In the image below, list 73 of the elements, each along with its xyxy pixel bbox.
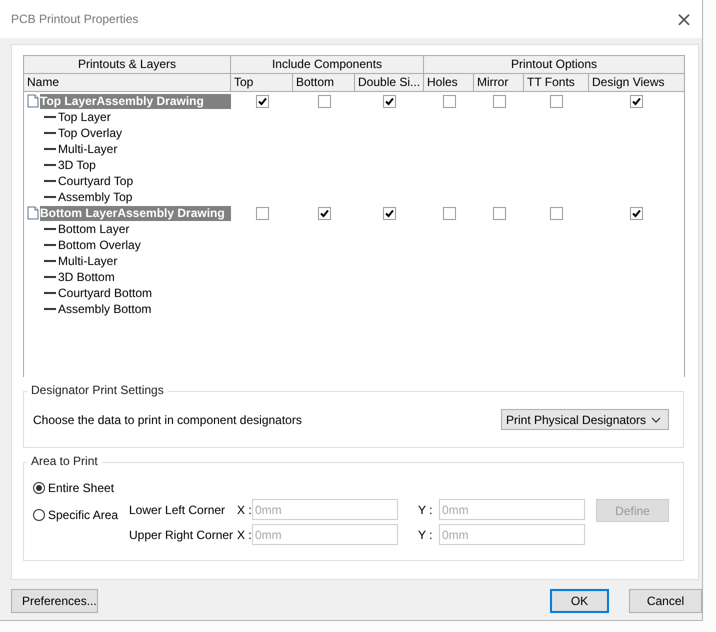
dash-icon bbox=[44, 276, 56, 278]
close-button[interactable]: × bbox=[672, 7, 696, 31]
document-icon bbox=[26, 206, 40, 220]
checkbox[interactable] bbox=[550, 94, 563, 108]
group-title: Area to Print bbox=[27, 454, 102, 468]
dash-icon bbox=[44, 196, 56, 198]
radio-button[interactable] bbox=[33, 482, 45, 494]
dash-icon bbox=[44, 260, 56, 262]
checkbox[interactable] bbox=[256, 94, 268, 108]
layer-group-name[interactable]: Top LayerAssembly Drawing bbox=[40, 94, 231, 108]
checkbox[interactable] bbox=[492, 94, 506, 108]
dash-icon bbox=[44, 164, 56, 166]
dash-icon bbox=[44, 244, 56, 246]
axis-label: Y : bbox=[418, 502, 434, 516]
column-header[interactable]: Mirror bbox=[474, 74, 524, 91]
column-group-header: Include Components bbox=[231, 56, 424, 73]
checkbox[interactable] bbox=[492, 206, 506, 220]
column-header[interactable]: Top bbox=[231, 74, 293, 91]
column-header[interactable]: Name bbox=[24, 74, 231, 91]
dialog-button[interactable]: OK bbox=[550, 589, 609, 613]
layer-name[interactable]: Multi-Layer bbox=[58, 254, 118, 268]
group-title: Designator Print Settings bbox=[27, 383, 168, 397]
radio-label: Specific Area bbox=[48, 508, 118, 522]
dash-icon bbox=[44, 148, 56, 150]
checkbox[interactable] bbox=[318, 206, 330, 220]
column-header[interactable]: Design Views bbox=[589, 74, 684, 91]
layer-name[interactable]: Assembly Bottom bbox=[58, 302, 152, 316]
layer-name[interactable]: Bottom Layer bbox=[58, 222, 130, 236]
layer-name[interactable]: Top Layer bbox=[58, 110, 111, 124]
dash-icon bbox=[44, 180, 56, 182]
layer-name[interactable]: Top Overlay bbox=[58, 126, 122, 140]
window-title: PCB Printout Properties bbox=[11, 12, 138, 26]
layer-name[interactable]: Multi-Layer bbox=[58, 142, 118, 156]
designator-dropdown[interactable]: Print Physical Designators bbox=[501, 409, 669, 430]
layer-name[interactable]: Assembly Top bbox=[58, 190, 132, 204]
document-icon bbox=[26, 94, 40, 108]
dialog-button[interactable]: Cancel bbox=[629, 589, 702, 613]
dash-icon bbox=[44, 292, 56, 294]
corner-label: Lower Left Corner bbox=[129, 502, 226, 516]
radio-button[interactable] bbox=[33, 509, 45, 521]
column-header[interactable]: Bottom bbox=[293, 74, 355, 91]
dash-icon bbox=[44, 132, 56, 134]
checkbox[interactable] bbox=[318, 94, 330, 108]
layer-name[interactable]: Courtyard Bottom bbox=[58, 286, 152, 300]
checkbox[interactable] bbox=[383, 206, 396, 220]
column-header[interactable]: TT Fonts bbox=[524, 74, 589, 91]
checkbox[interactable] bbox=[442, 94, 456, 108]
checkbox[interactable] bbox=[630, 206, 643, 220]
axis-label: Y : bbox=[418, 528, 434, 542]
checkbox[interactable] bbox=[256, 206, 268, 220]
layer-group-name[interactable]: Bottom LayerAssembly Drawing bbox=[40, 206, 231, 220]
checkbox[interactable] bbox=[442, 206, 456, 220]
column-header[interactable]: Double Si... bbox=[355, 74, 424, 91]
dash-icon bbox=[44, 116, 56, 118]
dash-icon bbox=[44, 308, 56, 310]
checkbox[interactable] bbox=[550, 206, 563, 220]
checkbox[interactable] bbox=[630, 94, 643, 108]
column-group-header: Printouts & Layers bbox=[24, 56, 231, 73]
axis-label: X : bbox=[237, 528, 252, 542]
column-header[interactable]: Holes bbox=[424, 74, 474, 91]
column-group-header: Printout Options bbox=[510, 56, 598, 73]
radio-label: Entire Sheet bbox=[48, 481, 114, 495]
layer-name[interactable]: 3D Bottom bbox=[58, 270, 115, 284]
corner-label: Upper Right Corner bbox=[129, 528, 234, 542]
axis-label: X : bbox=[237, 502, 252, 516]
caret-icon bbox=[651, 416, 661, 422]
designator-label: Choose the data to print in component designators bbox=[33, 412, 302, 426]
layer-name[interactable]: 3D Top bbox=[58, 158, 96, 172]
layer-name[interactable]: Courtyard Top bbox=[58, 174, 134, 188]
layer-name[interactable]: Bottom Overlay bbox=[58, 238, 141, 252]
checkbox[interactable] bbox=[383, 94, 396, 108]
dash-icon bbox=[44, 228, 56, 230]
dialog-button[interactable]: Preferences... bbox=[11, 589, 98, 613]
